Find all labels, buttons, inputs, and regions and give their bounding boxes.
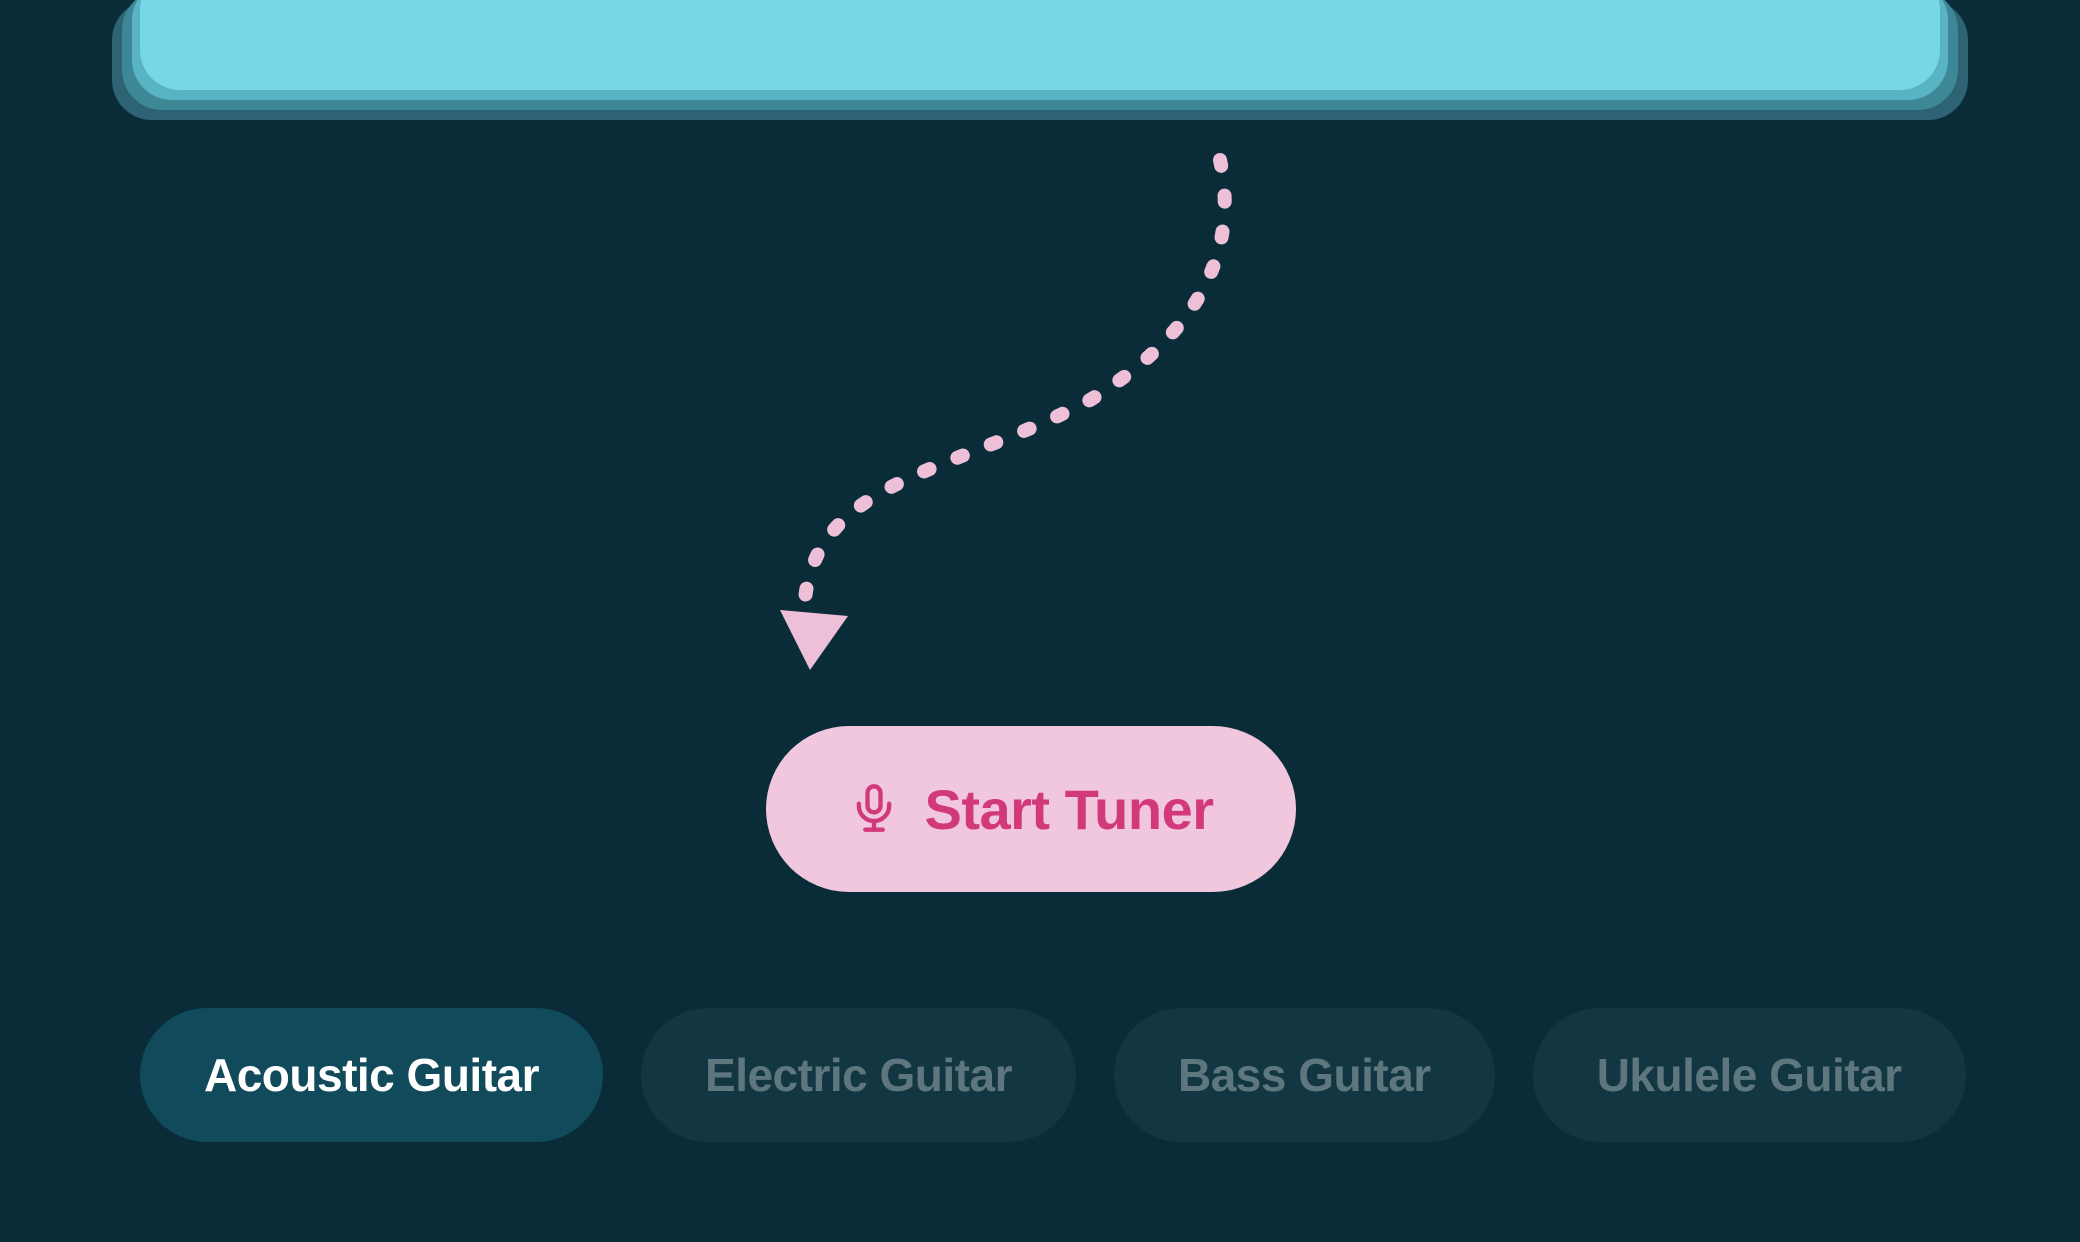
microphone-icon bbox=[848, 782, 900, 837]
tab-ukulele-guitar[interactable]: Ukulele Guitar bbox=[1533, 1008, 1966, 1142]
tab-acoustic-guitar[interactable]: Acoustic Guitar bbox=[140, 1008, 603, 1142]
tab-electric-guitar[interactable]: Electric Guitar bbox=[641, 1008, 1076, 1142]
tab-bass-guitar[interactable]: Bass Guitar bbox=[1114, 1008, 1495, 1142]
start-tuner-button[interactable]: Start Tuner bbox=[766, 726, 1296, 892]
instrument-tabs: Acoustic Guitar Electric Guitar Bass Gui… bbox=[140, 1008, 1940, 1142]
start-tuner-label: Start Tuner bbox=[924, 777, 1213, 842]
arrow-indicator-icon bbox=[730, 150, 1270, 690]
card-layer bbox=[140, 0, 1940, 90]
